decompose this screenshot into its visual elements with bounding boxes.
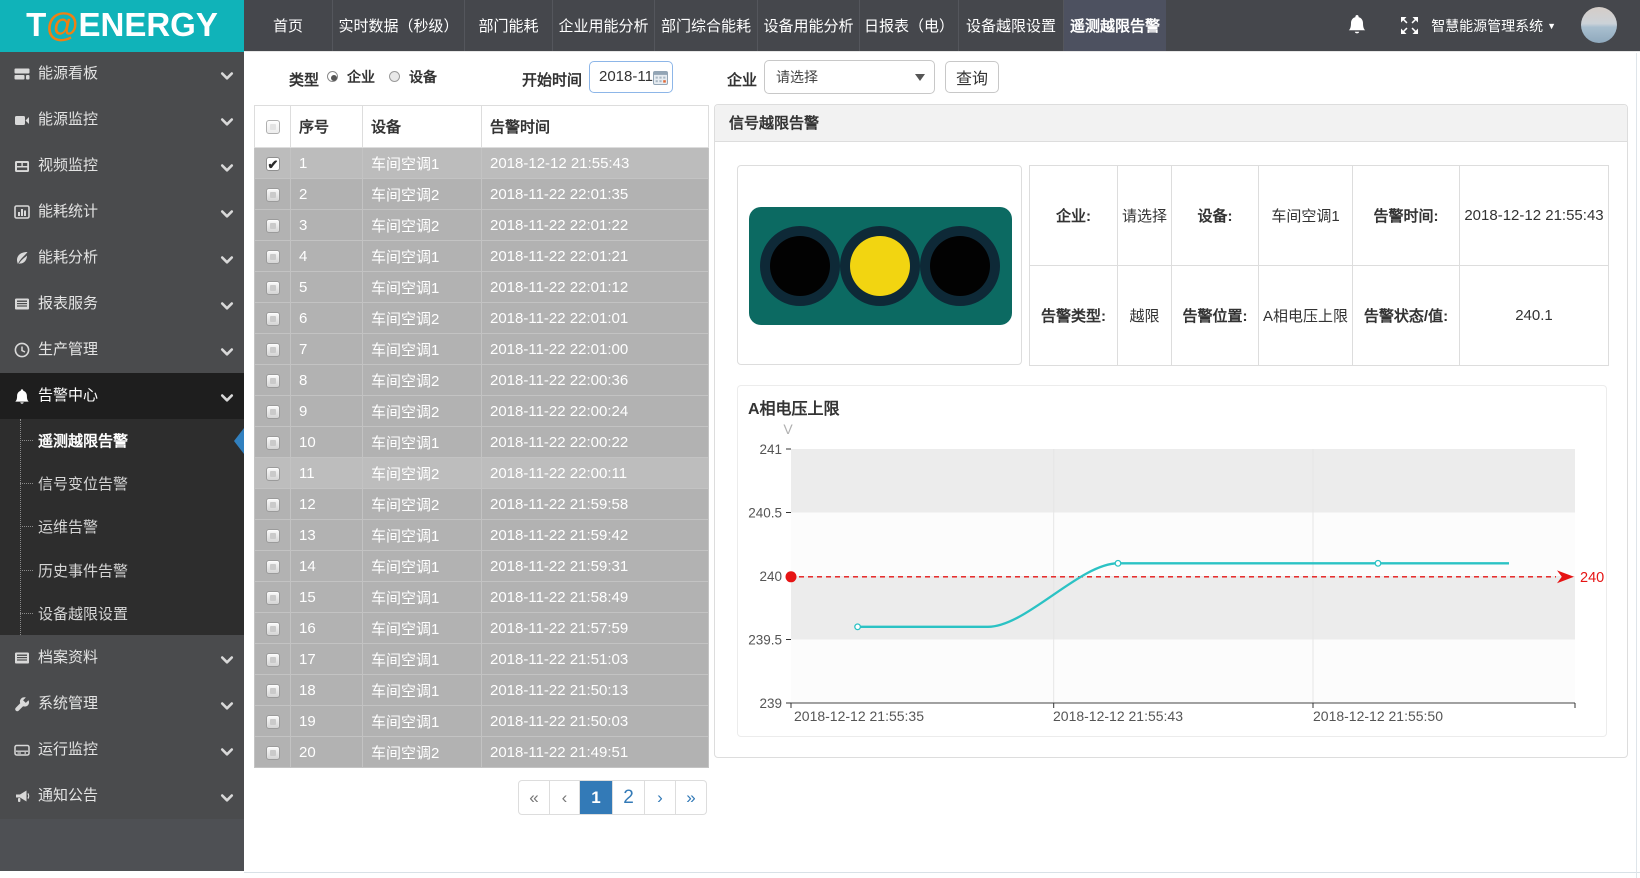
svg-text:239: 239 xyxy=(759,696,782,711)
svg-text:2018-12-12 21:55:43: 2018-12-12 21:55:43 xyxy=(1053,708,1183,724)
svg-text:239.5: 239.5 xyxy=(748,633,782,648)
svg-text:V: V xyxy=(783,421,793,437)
svg-text:240.5: 240.5 xyxy=(748,506,782,521)
svg-text:240: 240 xyxy=(759,569,782,584)
svg-text:241: 241 xyxy=(759,442,782,457)
svg-text:240: 240 xyxy=(1580,570,1604,586)
svg-text:2018-12-12 21:55:50: 2018-12-12 21:55:50 xyxy=(1313,708,1443,724)
svg-text:2018-12-12 21:55:35: 2018-12-12 21:55:35 xyxy=(794,708,924,724)
